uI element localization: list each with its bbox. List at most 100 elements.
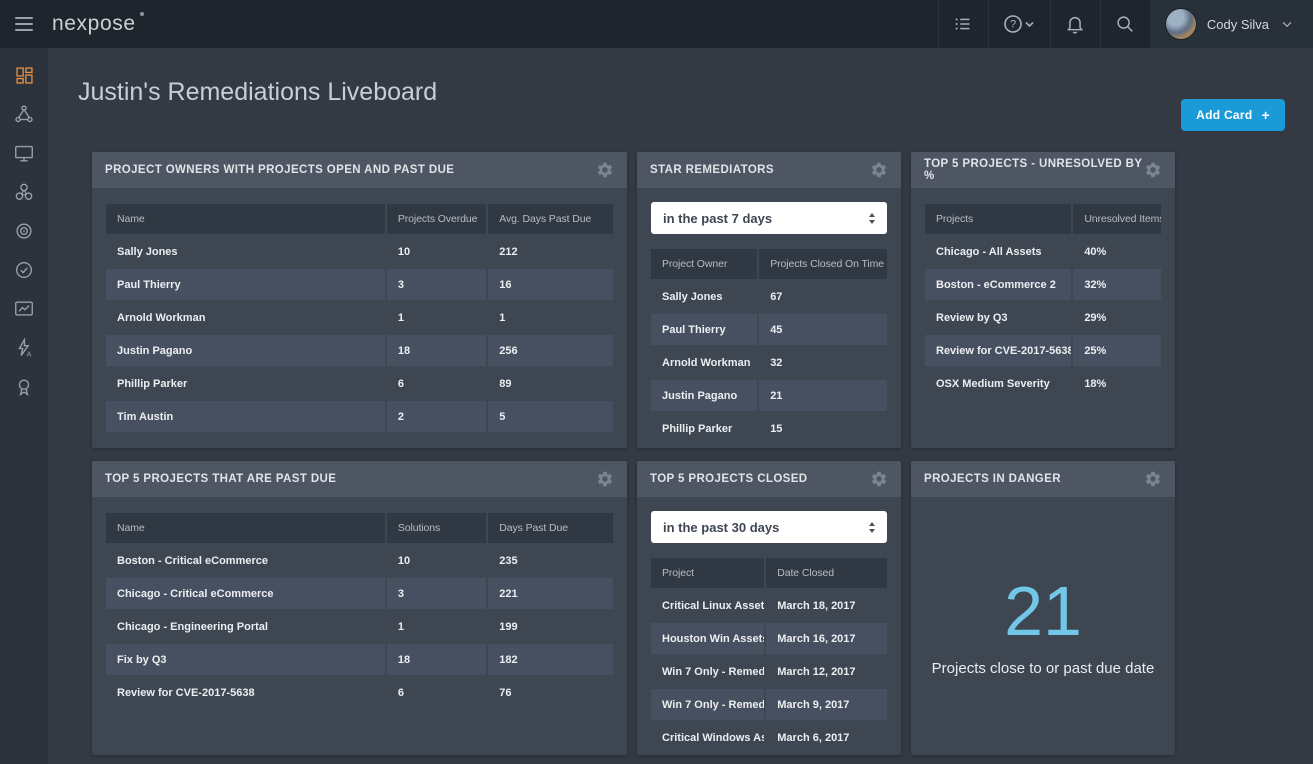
- table-cell: March 12, 2017: [764, 656, 887, 687]
- table-row: Boston - Critical eCommerce10235: [106, 545, 613, 576]
- table-cell: 25%: [1071, 335, 1161, 366]
- search-button[interactable]: [1100, 0, 1150, 48]
- table-row: Phillip Parker689: [106, 368, 613, 399]
- sidebar-item-console[interactable]: [0, 141, 48, 165]
- table-cell: 5: [486, 401, 613, 432]
- table-row: Justin Pagano18256: [106, 335, 613, 366]
- sidebar-item-policies[interactable]: [0, 219, 48, 243]
- data-table: ProjectsUnresolved Items Chicago - All A…: [925, 202, 1161, 401]
- table-header-row: ProjectDate Closed: [651, 558, 887, 588]
- table-cell: 89: [486, 368, 613, 399]
- timeframe-select[interactable]: in the past 7 days: [651, 202, 887, 234]
- sidebar-item-automated-actions[interactable]: A: [0, 336, 48, 360]
- award-icon: [13, 376, 35, 398]
- table-header-row: NameSolutionsDays Past Due: [106, 513, 613, 543]
- gear-icon[interactable]: [1144, 161, 1162, 179]
- table-cell: 45: [757, 314, 887, 345]
- data-table: Project OwnerProjects Closed On Time Sal…: [651, 247, 887, 446]
- timeframe-select[interactable]: in the past 30 days: [651, 511, 887, 543]
- table-cell: Sally Jones: [651, 281, 757, 312]
- table-cell: Critical Linux Assets Only: [651, 590, 764, 621]
- table-cell: Justin Pagano: [106, 335, 385, 366]
- card-header: STAR REMEDIATORS: [637, 152, 901, 188]
- hamburger-menu-button[interactable]: [0, 0, 48, 48]
- add-card-label: Add Card: [1196, 108, 1252, 122]
- column-header: Name: [106, 204, 385, 234]
- table-row: Justin Pagano21: [651, 380, 887, 411]
- table-cell: 3: [385, 269, 486, 300]
- card-title: PROJECTS IN DANGER: [924, 473, 1061, 485]
- sidebar-item-vulnerabilities[interactable]: [0, 180, 48, 204]
- table-cell: Chicago - Critical eCommerce: [106, 578, 385, 609]
- sidebar-item-assets[interactable]: [0, 102, 48, 126]
- sidebar-item-dashboards[interactable]: [0, 63, 48, 87]
- table-cell: 32%: [1071, 269, 1161, 300]
- table-row: OSX Medium Severity18%: [925, 368, 1161, 399]
- table-cell: 29%: [1071, 302, 1161, 333]
- gear-icon[interactable]: [596, 470, 614, 488]
- table-cell: Critical Windows Assets Only: [651, 722, 764, 753]
- table-cell: Review for CVE-2017-5638: [925, 335, 1071, 366]
- table-row: Arnold Workman11: [106, 302, 613, 333]
- table-row: Arnold Workman32: [651, 347, 887, 378]
- column-header: Projects Overdue: [385, 204, 486, 234]
- gear-icon[interactable]: [870, 470, 888, 488]
- card-top5-closed: TOP 5 PROJECTS CLOSED in the past 30 day…: [637, 461, 901, 755]
- table-cell: Win 7 Only - Remediation for Q2: [651, 656, 764, 687]
- table-cell: Paul Thierry: [651, 314, 757, 345]
- notifications-button[interactable]: [1050, 0, 1100, 48]
- column-header: Days Past Due: [486, 513, 613, 543]
- list-view-button[interactable]: [938, 0, 988, 48]
- table-cell: 256: [486, 335, 613, 366]
- table-cell: 3: [385, 578, 486, 609]
- column-header: Solutions: [385, 513, 486, 543]
- card-body: 21 Projects close to or past due date: [911, 497, 1175, 755]
- card-body: in the past 30 days ProjectDate Closed C…: [637, 497, 901, 755]
- column-header: Unresolved Items: [1071, 204, 1161, 234]
- data-table: NameSolutionsDays Past Due Boston - Crit…: [106, 511, 613, 710]
- svg-text:A: A: [27, 351, 32, 358]
- sidebar-item-reports[interactable]: [0, 297, 48, 321]
- table-row: Tim Austin25: [106, 401, 613, 432]
- table-cell: Houston Win Assets with CVSS > 7: [651, 623, 764, 654]
- table-row: Review for CVE-2017-563825%: [925, 335, 1161, 366]
- card-header: PROJECT OWNERS WITH PROJECTS OPEN AND PA…: [92, 152, 627, 188]
- table-row: Chicago - Critical eCommerce3221: [106, 578, 613, 609]
- table-cell: 1: [385, 611, 486, 642]
- table-cell: 235: [486, 545, 613, 576]
- column-header: Date Closed: [764, 558, 887, 588]
- table-cell: 1: [486, 302, 613, 333]
- table-cell: 76: [486, 677, 613, 708]
- help-menu-button[interactable]: ?: [988, 0, 1050, 48]
- gear-icon[interactable]: [596, 161, 614, 179]
- table-cell: Tim Austin: [106, 401, 385, 432]
- biohazard-icon: [13, 181, 35, 203]
- card-body: NameSolutionsDays Past Due Boston - Crit…: [92, 497, 627, 755]
- gear-icon[interactable]: [1144, 470, 1162, 488]
- table-row: Phillip Parker15: [651, 413, 887, 444]
- table-cell: Boston - eCommerce 2: [925, 269, 1071, 300]
- table-header-row: Project OwnerProjects Closed On Time: [651, 249, 887, 279]
- search-icon: [1114, 13, 1136, 35]
- sidebar-item-remediations[interactable]: [0, 258, 48, 282]
- table-cell: 15: [757, 413, 887, 444]
- table-header-row: ProjectsUnresolved Items: [925, 204, 1161, 234]
- card-title: TOP 5 PROJECTS CLOSED: [650, 473, 808, 485]
- sidebar-item-goals[interactable]: [0, 375, 48, 399]
- timeframe-select-value: in the past 30 days: [663, 520, 779, 535]
- table-row: Fix by Q318182: [106, 644, 613, 675]
- add-card-button[interactable]: Add Card +: [1181, 99, 1285, 131]
- automation-icon: A: [13, 337, 35, 359]
- table-cell: Arnold Workman: [651, 347, 757, 378]
- table-cell: Phillip Parker: [106, 368, 385, 399]
- table-row: Chicago - All Assets40%: [925, 236, 1161, 267]
- table-cell: 10: [385, 545, 486, 576]
- card-star-remediators: STAR REMEDIATORS in the past 7 days Proj…: [637, 152, 901, 448]
- table-cell: March 16, 2017: [764, 623, 887, 654]
- help-icon: ?: [1002, 13, 1036, 35]
- card-top5-past-due: TOP 5 PROJECTS THAT ARE PAST DUE NameSol…: [92, 461, 627, 755]
- gear-icon[interactable]: [870, 161, 888, 179]
- user-menu[interactable]: Cody Silva: [1150, 0, 1313, 48]
- table-row: Sally Jones10212: [106, 236, 613, 267]
- table-row: Critical Linux Assets OnlyMarch 18, 2017: [651, 590, 887, 621]
